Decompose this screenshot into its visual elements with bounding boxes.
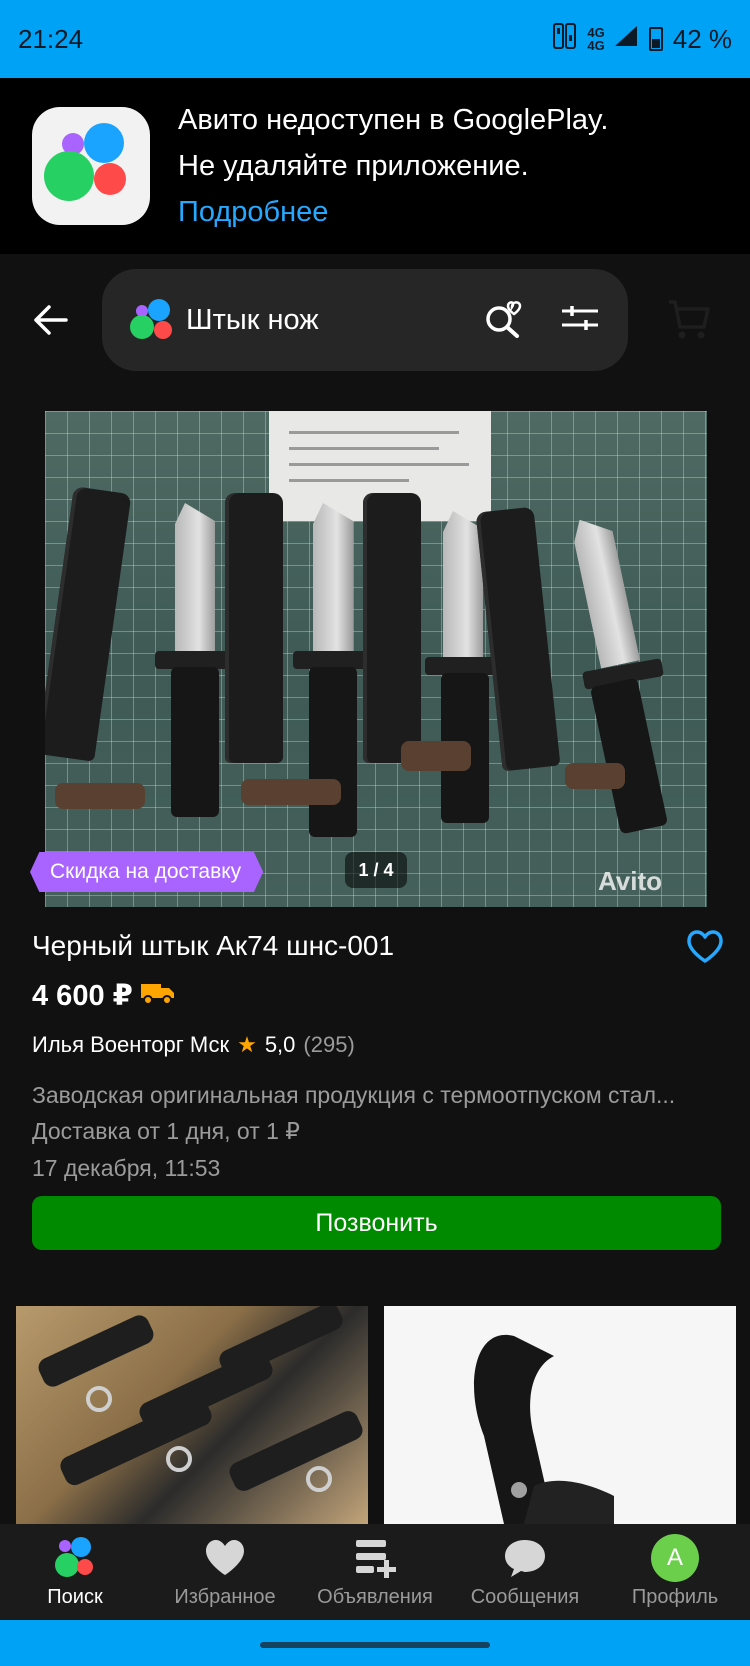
- nav-search[interactable]: Поиск: [0, 1524, 150, 1620]
- status-time: 21:24: [18, 23, 84, 54]
- image-counter: 1 / 4: [345, 852, 407, 888]
- avito-watermark: Avito: [598, 866, 663, 896]
- seller-row[interactable]: Илья Военторг Мск ★ 5,0 (295): [32, 1032, 355, 1058]
- avito-app-logo: [32, 107, 150, 225]
- listing-price: 4 600 ₽: [32, 980, 133, 1012]
- status-icons: 4G 4G 42 %: [553, 22, 732, 56]
- add-listing-icon: [353, 1536, 397, 1580]
- delivery-discount-badge: Скидка на доставку: [30, 852, 264, 892]
- search-logo-icon: [53, 1536, 97, 1580]
- seller-name: Илья Военторг Мск: [32, 1032, 230, 1057]
- banner-line-1: Авито недоступен в GooglePlay.: [178, 104, 609, 136]
- sim-icon: [553, 22, 577, 56]
- leather-strap-image: [474, 1334, 614, 1524]
- star-icon: ★: [237, 1032, 257, 1057]
- battery-percent: 42 %: [672, 23, 732, 54]
- avito-logo-icon: [130, 299, 172, 341]
- nav-messages[interactable]: Сообщения: [450, 1524, 600, 1620]
- nav-profile-label: Профиль: [631, 1585, 719, 1608]
- search-header: Штык нож: [0, 268, 750, 372]
- heart-outline-icon: [687, 930, 723, 963]
- chat-icon: [503, 1536, 547, 1580]
- nav-messages-label: Сообщения: [470, 1585, 580, 1608]
- next-listing-image-1[interactable]: [16, 1306, 368, 1524]
- nav-favorites-label: Избранное: [174, 1585, 276, 1608]
- favorite-button[interactable]: [686, 930, 724, 969]
- listing-image[interactable]: [45, 411, 707, 907]
- search-input[interactable]: Штык нож: [102, 269, 628, 371]
- network-type-icon: 4G 4G: [587, 25, 605, 53]
- battery-icon: [648, 27, 663, 51]
- nav-profile[interactable]: A Профиль: [600, 1524, 750, 1620]
- filters-icon[interactable]: [560, 303, 600, 338]
- system-nav-bar: [0, 1620, 750, 1666]
- nav-favorites[interactable]: Избранное: [150, 1524, 300, 1620]
- call-button[interactable]: Позвонить: [32, 1196, 721, 1250]
- avatar: A: [651, 1533, 699, 1582]
- home-indicator[interactable]: [260, 1642, 490, 1648]
- listing-description: Заводская оригинальная продукция с термо…: [32, 1082, 676, 1108]
- back-button[interactable]: [0, 268, 102, 372]
- nav-listings-label: Объявления: [317, 1585, 433, 1608]
- search-query: Штык нож: [186, 303, 319, 336]
- cart-icon: [669, 300, 710, 339]
- bottom-navigation: Поиск Избранное Объявления Сообщения A П…: [0, 1524, 750, 1620]
- price-row: 4 600 ₽: [32, 978, 175, 1013]
- app-unavailable-banner: Авито недоступен в GooglePlay. Не удаляй…: [0, 78, 750, 254]
- seller-rating: 5,0: [264, 1032, 296, 1057]
- seller-reviews-count: (295): [303, 1032, 355, 1057]
- saved-search-icon[interactable]: [484, 298, 524, 343]
- delivery-info: Доставка от 1 дня, от 1 ₽: [32, 1118, 300, 1144]
- back-arrow-icon: [34, 305, 68, 335]
- listing-title[interactable]: Черный штык Ак74 шнс-001: [32, 930, 394, 962]
- nav-search-label: Поиск: [47, 1585, 103, 1608]
- delivery-truck-icon: [140, 981, 175, 1010]
- heart-icon: [203, 1536, 247, 1580]
- nav-listings[interactable]: Объявления: [300, 1524, 450, 1620]
- banner-line-2: Не удаляйте приложение.: [178, 150, 529, 182]
- listing-date: 17 декабря, 11:53: [32, 1155, 221, 1181]
- status-bar: 21:24 4G 4G 42 %: [0, 0, 750, 78]
- banner-text: Авито недоступен в GooglePlay. Не удаляй…: [178, 97, 608, 235]
- banner-more-link[interactable]: Подробнее: [178, 189, 608, 235]
- next-listing-image-2[interactable]: [384, 1306, 736, 1524]
- signal-icon: [614, 24, 639, 55]
- cart-button[interactable]: [628, 299, 750, 341]
